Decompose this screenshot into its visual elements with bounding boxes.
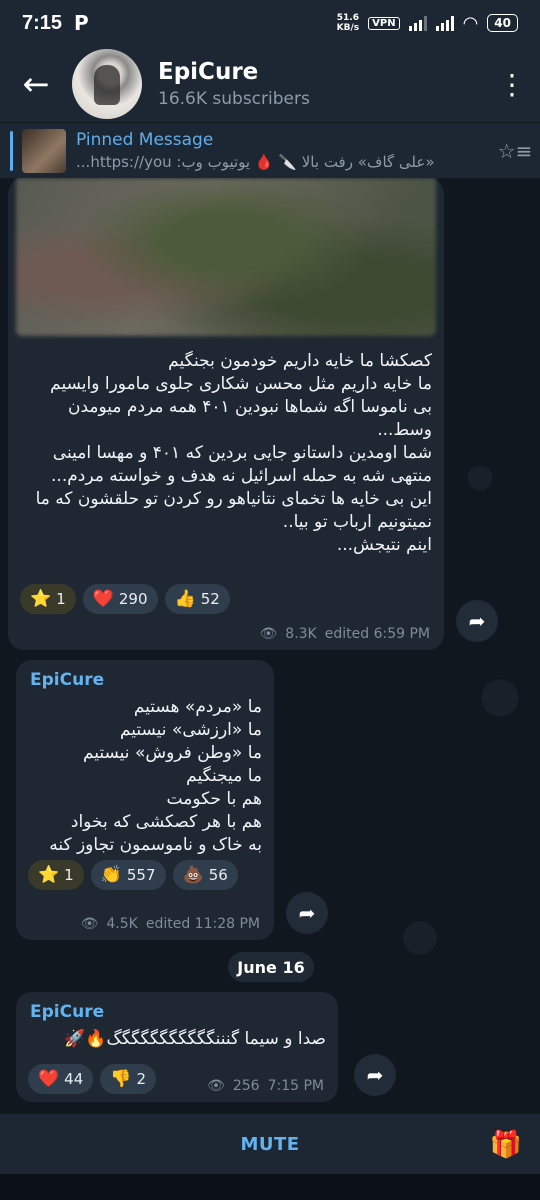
battery-icon: 40: [487, 14, 518, 32]
wifi-icon: ◠: [462, 12, 479, 34]
view-count: 256: [232, 1078, 260, 1094]
star-icon: ⭐: [38, 865, 60, 885]
reaction-bar: ⭐ 1 ❤️ 290 👍 52: [8, 584, 242, 614]
pinned-label: Pinned Message: [76, 130, 214, 150]
arrow-left-icon: ←: [22, 65, 50, 103]
message-text: کصکشا ما خایه داریم خودمون بجنگیم ما خای…: [35, 351, 432, 555]
pin-list-icon: ☆≡: [497, 138, 533, 163]
share-button[interactable]: ➦: [456, 600, 498, 642]
sender-name[interactable]: EpiCure: [16, 992, 338, 1022]
share-button[interactable]: ➦: [286, 892, 328, 934]
message-bubble[interactable]: کصکشا ما خایه داریم خودمون بجنگیم ما خای…: [8, 178, 444, 650]
thumbs-down-icon: 👎: [110, 1069, 132, 1089]
share-button[interactable]: ➦: [354, 1054, 396, 1096]
signal-icon: [408, 15, 427, 31]
vpn-icon: VPN: [368, 16, 400, 30]
eye-icon: 👁: [80, 916, 99, 932]
date-separator: June 16: [228, 952, 314, 982]
bottom-bar: MUTE 🎁: [0, 1114, 540, 1174]
message-bubble[interactable]: EpiCure صدا و سیما گنننگگگگگگگگگگگ🔥🚀 ❤️ 4…: [16, 992, 338, 1102]
share-icon: ➦: [298, 901, 316, 925]
reaction-clap[interactable]: 👏 557: [90, 860, 166, 890]
reaction-thumbs-down[interactable]: 👎 2: [100, 1064, 156, 1094]
blurred-media[interactable]: [16, 178, 436, 336]
status-bar: 7:15 P 51.6 KB/s VPN ◠ 40: [0, 0, 540, 46]
pinned-list-button[interactable]: ☆≡: [490, 139, 540, 163]
network-speed: 51.6 KB/s: [336, 13, 360, 33]
app-notification-icon: P: [74, 11, 89, 35]
clock: 7:15: [22, 11, 63, 34]
reaction-thumbs-up[interactable]: 👍 52: [164, 584, 230, 614]
channel-header: ← EpiCure 16.6K subscribers ⋮: [0, 46, 540, 122]
subscriber-count: 16.6K subscribers: [158, 89, 310, 109]
star-icon: ⭐: [30, 589, 52, 609]
back-button[interactable]: ←: [0, 65, 72, 103]
channel-title: EpiCure: [158, 59, 259, 85]
share-icon: ➦: [366, 1063, 384, 1087]
mute-button[interactable]: MUTE: [240, 1134, 299, 1155]
reaction-poop[interactable]: 💩 56: [172, 860, 238, 890]
view-count: 4.5K: [106, 916, 138, 932]
message-meta: 👁 4.5K edited 11:28 PM: [81, 916, 260, 932]
pinned-thumbnail: [22, 128, 66, 173]
message-time: edited 11:28 PM: [145, 916, 260, 932]
reaction-star[interactable]: ⭐ 1: [20, 584, 76, 614]
pinned-text: Pinned Message «علی گاف» رفت بالا 🔪 🩸 یو…: [76, 130, 490, 171]
reaction-heart[interactable]: ❤️ 44: [28, 1064, 94, 1094]
reaction-star[interactable]: ⭐ 1: [28, 860, 84, 890]
message-bubble[interactable]: EpiCure ما «مردم» هستیم ما «ارزشی» نیستی…: [16, 660, 274, 940]
chat-area[interactable]: کصکشا ما خایه داریم خودمون بجنگیم ما خای…: [0, 178, 540, 1114]
pinned-indicator: [10, 130, 13, 171]
reaction-bar: ❤️ 44 👎 2: [16, 1064, 168, 1094]
share-icon: ➦: [468, 609, 486, 633]
message-text: صدا و سیما گنننگگگگگگگگگگگ🔥🚀: [64, 1029, 326, 1049]
system-nav-bar: [0, 1174, 540, 1200]
poop-icon: 💩: [182, 865, 204, 885]
view-count: 8.3K: [285, 626, 317, 642]
reaction-bar: ⭐ 1 👏 557 💩 56: [16, 860, 250, 890]
channel-avatar[interactable]: [72, 49, 142, 119]
channel-title-block[interactable]: EpiCure 16.6K subscribers: [158, 59, 484, 109]
reaction-heart[interactable]: ❤️ 290: [82, 584, 158, 614]
pinned-message-bar[interactable]: Pinned Message «علی گاف» رفت بالا 🔪 🩸 یو…: [0, 122, 540, 178]
clap-icon: 👏: [100, 865, 122, 885]
message-text: ما «مردم» هستیم ما «ارزشی» نیستیم ما «وط…: [49, 697, 262, 855]
signal-icon-2: [435, 15, 454, 31]
more-vertical-icon: ⋮: [498, 67, 526, 101]
gift-icon[interactable]: 🎁: [490, 1130, 522, 1160]
thumbs-up-icon: 👍: [174, 589, 196, 609]
pinned-preview: «علی گاف» رفت بالا 🔪 🩸 یوتیوب وب: https:…: [76, 153, 435, 171]
heart-icon: ❤️: [38, 1069, 60, 1089]
message-meta: 👁 8.3K edited 6:59 PM: [260, 626, 430, 642]
message-meta: 👁 256 7:15 PM: [207, 1078, 324, 1094]
sender-name[interactable]: EpiCure: [16, 660, 274, 690]
heart-icon: ❤️: [92, 589, 114, 609]
status-icons: 51.6 KB/s VPN ◠ 40: [337, 13, 518, 34]
eye-icon: 👁: [259, 626, 278, 642]
eye-icon: 👁: [207, 1078, 225, 1094]
message-time: edited 6:59 PM: [324, 626, 430, 642]
more-options-button[interactable]: ⋮: [484, 68, 540, 101]
message-time: 7:15 PM: [267, 1078, 324, 1094]
